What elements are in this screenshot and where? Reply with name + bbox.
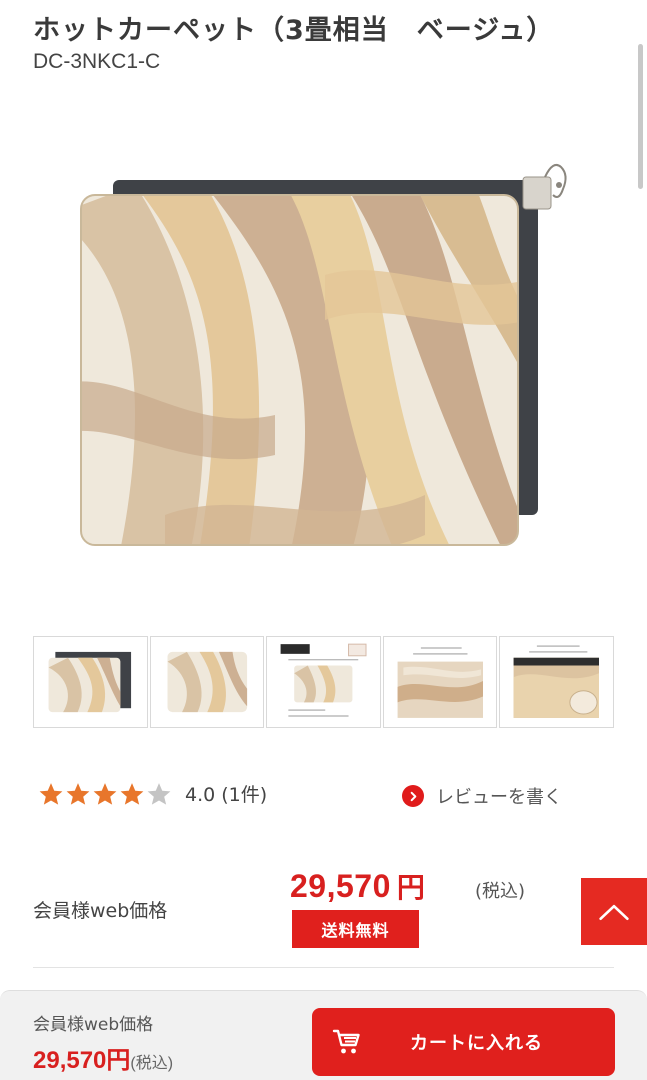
star-filled-icon <box>65 781 91 807</box>
bottom-price-value: 29,570円 <box>33 1047 131 1074</box>
price-currency: 円 <box>396 872 426 903</box>
thumbnail-4[interactable] <box>382 636 498 728</box>
back-to-top-button[interactable] <box>581 878 647 945</box>
write-review-label: レビューを書く <box>436 787 562 808</box>
thumbnail-1[interactable] <box>33 636 148 728</box>
bottom-price-label: 会員様web価格 <box>33 1015 154 1035</box>
thumbnail-5[interactable] <box>499 636 614 728</box>
free-shipping-badge: 送料無料 <box>292 910 419 948</box>
price-tax-note: (税込) <box>475 881 526 902</box>
thumbnail-strip <box>33 636 614 728</box>
page-scrollbar[interactable] <box>638 44 643 189</box>
star-filled-icon <box>92 781 118 807</box>
add-to-cart-label: カートに入れる <box>410 1033 543 1054</box>
star-filled-icon <box>38 781 64 807</box>
member-price-label: 会員様web価格 <box>33 900 168 922</box>
star-empty-icon <box>146 781 172 807</box>
rating-score: 4.0 (1件) <box>185 784 268 806</box>
bottom-price: 29,570円(税込) <box>33 1040 173 1075</box>
section-divider <box>33 967 614 968</box>
product-model-number: DC-3NKC1-C <box>33 50 161 73</box>
star-filled-icon <box>119 781 145 807</box>
add-to-cart-button[interactable]: カートに入れる <box>312 1008 615 1076</box>
product-title: ホットカーペット（3畳相当 ベージュ） <box>33 15 555 46</box>
chevron-right-circle-icon <box>402 785 424 807</box>
thumbnail-3[interactable] <box>266 636 381 728</box>
chevron-up-icon <box>599 904 629 920</box>
thumbnail-2[interactable] <box>149 636 265 728</box>
write-review-link[interactable]: レビューを書く <box>402 783 562 809</box>
price-number: 29,570 <box>290 868 391 904</box>
main-product-image <box>75 155 575 555</box>
bottom-price-tax: (税込) <box>130 1055 174 1072</box>
rating-summary: 4.0 (1件) <box>38 780 267 807</box>
price-amount: 29,570 円 <box>290 866 425 906</box>
